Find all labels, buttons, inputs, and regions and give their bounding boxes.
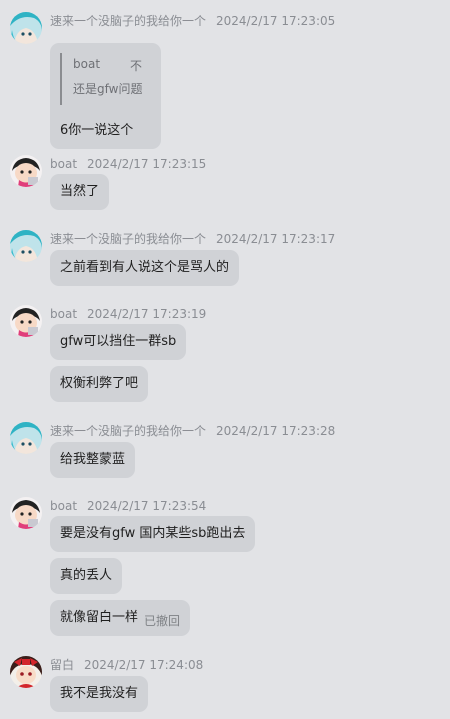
message-text: 就像留白一样 bbox=[60, 610, 139, 625]
message-time: 2024/2/17 17:23:19 bbox=[87, 307, 207, 321]
user-avatar[interactable] bbox=[10, 422, 42, 454]
sender-name[interactable]: 速来一个没脑子的我给你一个 bbox=[50, 424, 206, 438]
message-bubble[interactable]: 给我整蒙蓝 bbox=[50, 442, 136, 478]
sender-name[interactable]: 留白 bbox=[50, 658, 74, 672]
message-time: 2024/2/17 17:24:08 bbox=[84, 658, 204, 672]
user-avatar[interactable] bbox=[10, 656, 42, 688]
recalled-label: 已撤回 bbox=[144, 614, 181, 628]
sender-name[interactable]: 速来一个没脑子的我给你一个 bbox=[50, 14, 206, 28]
chat-message: boat 2024/2/17 17:23:54 要是没有gfw 国内某些sb跑出去… bbox=[0, 497, 450, 642]
message-time: 2024/2/17 17:23:05 bbox=[216, 14, 336, 28]
message-bubble[interactable]: 之前看到有人说这个是骂人的 bbox=[50, 250, 240, 286]
quote-author: boat bbox=[73, 57, 101, 71]
message-header: boat 2024/2/17 17:23:19 bbox=[50, 306, 206, 322]
chat-message: 速来一个没脑子的我给你一个 2024/2/17 17:23:17 之前看到有人说这… bbox=[0, 230, 450, 290]
message-text: 6你一说这个 bbox=[60, 123, 134, 138]
sender-name[interactable]: 速来一个没脑子的我给你一个 bbox=[50, 232, 206, 246]
message-bubble[interactable]: 当然了 bbox=[50, 174, 110, 210]
message-header: 速来一个没脑子的我给你一个 2024/2/17 17:23:05 bbox=[50, 13, 335, 29]
user-avatar[interactable] bbox=[10, 305, 42, 337]
user-avatar[interactable] bbox=[10, 12, 42, 44]
user-avatar[interactable] bbox=[10, 497, 42, 529]
sender-name[interactable]: boat bbox=[50, 499, 77, 513]
message-time: 2024/2/17 17:23:15 bbox=[87, 157, 207, 171]
message-bubble[interactable]: 真的丢人 bbox=[50, 558, 123, 594]
message-header: boat 2024/2/17 17:23:15 bbox=[50, 156, 206, 172]
chat-message: 留白 2024/2/17 17:24:08 我不是我没有 bbox=[0, 656, 450, 716]
message-bubble[interactable]: gfw可以挡住一群sb bbox=[50, 324, 187, 360]
user-avatar[interactable] bbox=[10, 155, 42, 187]
chat-message: 速来一个没脑子的我给你一个 2024/2/17 17:23:28 给我整蒙蓝 bbox=[0, 422, 450, 482]
quote-text: 还是gfw问题 bbox=[73, 82, 143, 96]
sender-name[interactable]: boat bbox=[50, 157, 77, 171]
message-time: 2024/2/17 17:23:28 bbox=[216, 424, 336, 438]
message-header: boat 2024/2/17 17:23:54 bbox=[50, 498, 206, 514]
message-header: 速来一个没脑子的我给你一个 2024/2/17 17:23:28 bbox=[50, 423, 335, 439]
message-bubble[interactable]: 我不是我没有 bbox=[50, 676, 149, 712]
message-bubble[interactable]: 权衡利弊了吧 bbox=[50, 366, 149, 402]
message-header: 留白 2024/2/17 17:24:08 bbox=[50, 657, 203, 673]
message-bubble[interactable]: 要是没有gfw 国内某些sb跑出去 bbox=[50, 516, 256, 552]
quoted-message[interactable]: boat 不 还是gfw问题 bbox=[60, 53, 151, 105]
message-bubble[interactable]: boat 不 还是gfw问题 6你一说这个 bbox=[50, 43, 161, 149]
message-time: 2024/2/17 17:23:54 bbox=[87, 499, 207, 513]
sender-name[interactable]: boat bbox=[50, 307, 77, 321]
chat-message: 速来一个没脑子的我给你一个 2024/2/17 17:23:05 boat 不 还… bbox=[0, 12, 450, 152]
chat-message: boat 2024/2/17 17:23:15 当然了 bbox=[0, 155, 450, 215]
user-avatar[interactable] bbox=[10, 230, 42, 262]
quote-preview: 不 bbox=[130, 59, 143, 73]
message-header: 速来一个没脑子的我给你一个 2024/2/17 17:23:17 bbox=[50, 231, 335, 247]
message-bubble[interactable]: 就像留白一样 已撤回 bbox=[50, 600, 191, 636]
chat-message: boat 2024/2/17 17:23:19 gfw可以挡住一群sb 权衡利弊了… bbox=[0, 305, 450, 405]
message-time: 2024/2/17 17:23:17 bbox=[216, 232, 336, 246]
